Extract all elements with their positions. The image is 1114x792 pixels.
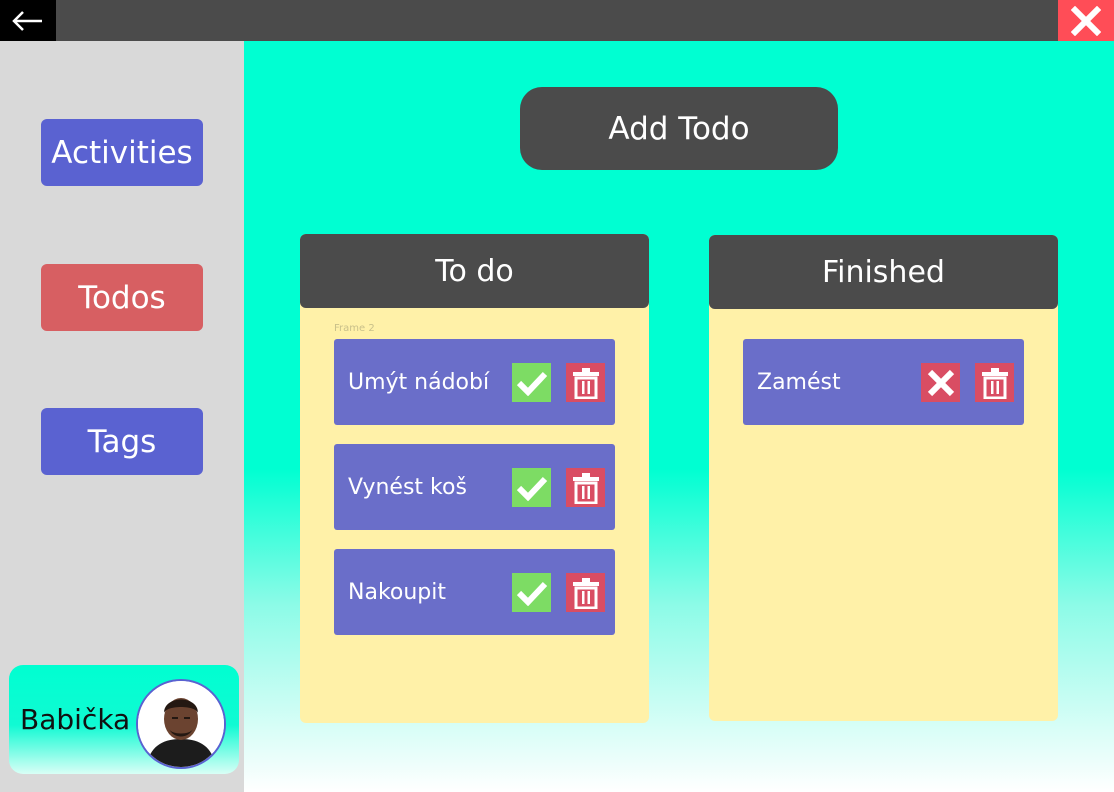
todo-column-title: To do (435, 253, 514, 289)
avatar-image (138, 681, 224, 767)
finished-column-title: Finished (822, 254, 945, 290)
trash-icon (572, 367, 599, 399)
delete-button[interactable] (566, 573, 605, 612)
trash-icon (572, 577, 599, 609)
todo-item-label: Vynést koš (348, 474, 467, 500)
delete-button[interactable] (566, 468, 605, 507)
frame-label: Frame 2 (334, 323, 375, 334)
todo-item-label: Nakoupit (348, 579, 447, 605)
sidebar-item-activities[interactable]: Activities (41, 119, 203, 186)
delete-button[interactable] (975, 363, 1014, 402)
check-icon (516, 476, 547, 501)
todo-column: To do Frame 2 Umýt nádobí Vynést koš Nak… (300, 234, 649, 723)
close-icon (1071, 5, 1101, 36)
avatar (136, 679, 226, 769)
title-bar (0, 0, 1114, 41)
delete-button[interactable] (566, 363, 605, 402)
back-button[interactable] (0, 0, 56, 41)
profile-card[interactable]: Babička (9, 665, 239, 774)
todo-item: Umýt nádobí (334, 339, 615, 425)
complete-button[interactable] (512, 363, 551, 402)
check-icon (516, 371, 547, 396)
main-content: Add Todo To do Frame 2 Umýt nádobí Vynés… (244, 41, 1114, 792)
add-todo-button[interactable]: Add Todo (520, 87, 838, 170)
finished-item: Zamést (743, 339, 1024, 425)
x-icon (927, 369, 954, 396)
arrow-left-icon (12, 10, 42, 31)
close-window-button[interactable] (1058, 0, 1114, 41)
todo-item-label: Umýt nádobí (348, 369, 490, 395)
todo-item: Vynést koš (334, 444, 615, 530)
sidebar-item-todos[interactable]: Todos (41, 264, 203, 331)
check-icon (516, 581, 547, 606)
uncomplete-button[interactable] (921, 363, 960, 402)
finished-column: Finished Zamést (709, 235, 1058, 721)
todo-column-header: To do (300, 234, 649, 308)
trash-icon (981, 367, 1008, 399)
trash-icon (572, 472, 599, 504)
sidebar-item-tags[interactable]: Tags (41, 408, 203, 475)
sidebar: Activities Todos Tags Babička (0, 41, 244, 792)
todo-item: Nakoupit (334, 549, 615, 635)
complete-button[interactable] (512, 468, 551, 507)
finished-column-header: Finished (709, 235, 1058, 309)
finished-item-label: Zamést (757, 369, 841, 395)
complete-button[interactable] (512, 573, 551, 612)
profile-name: Babička (20, 703, 131, 736)
